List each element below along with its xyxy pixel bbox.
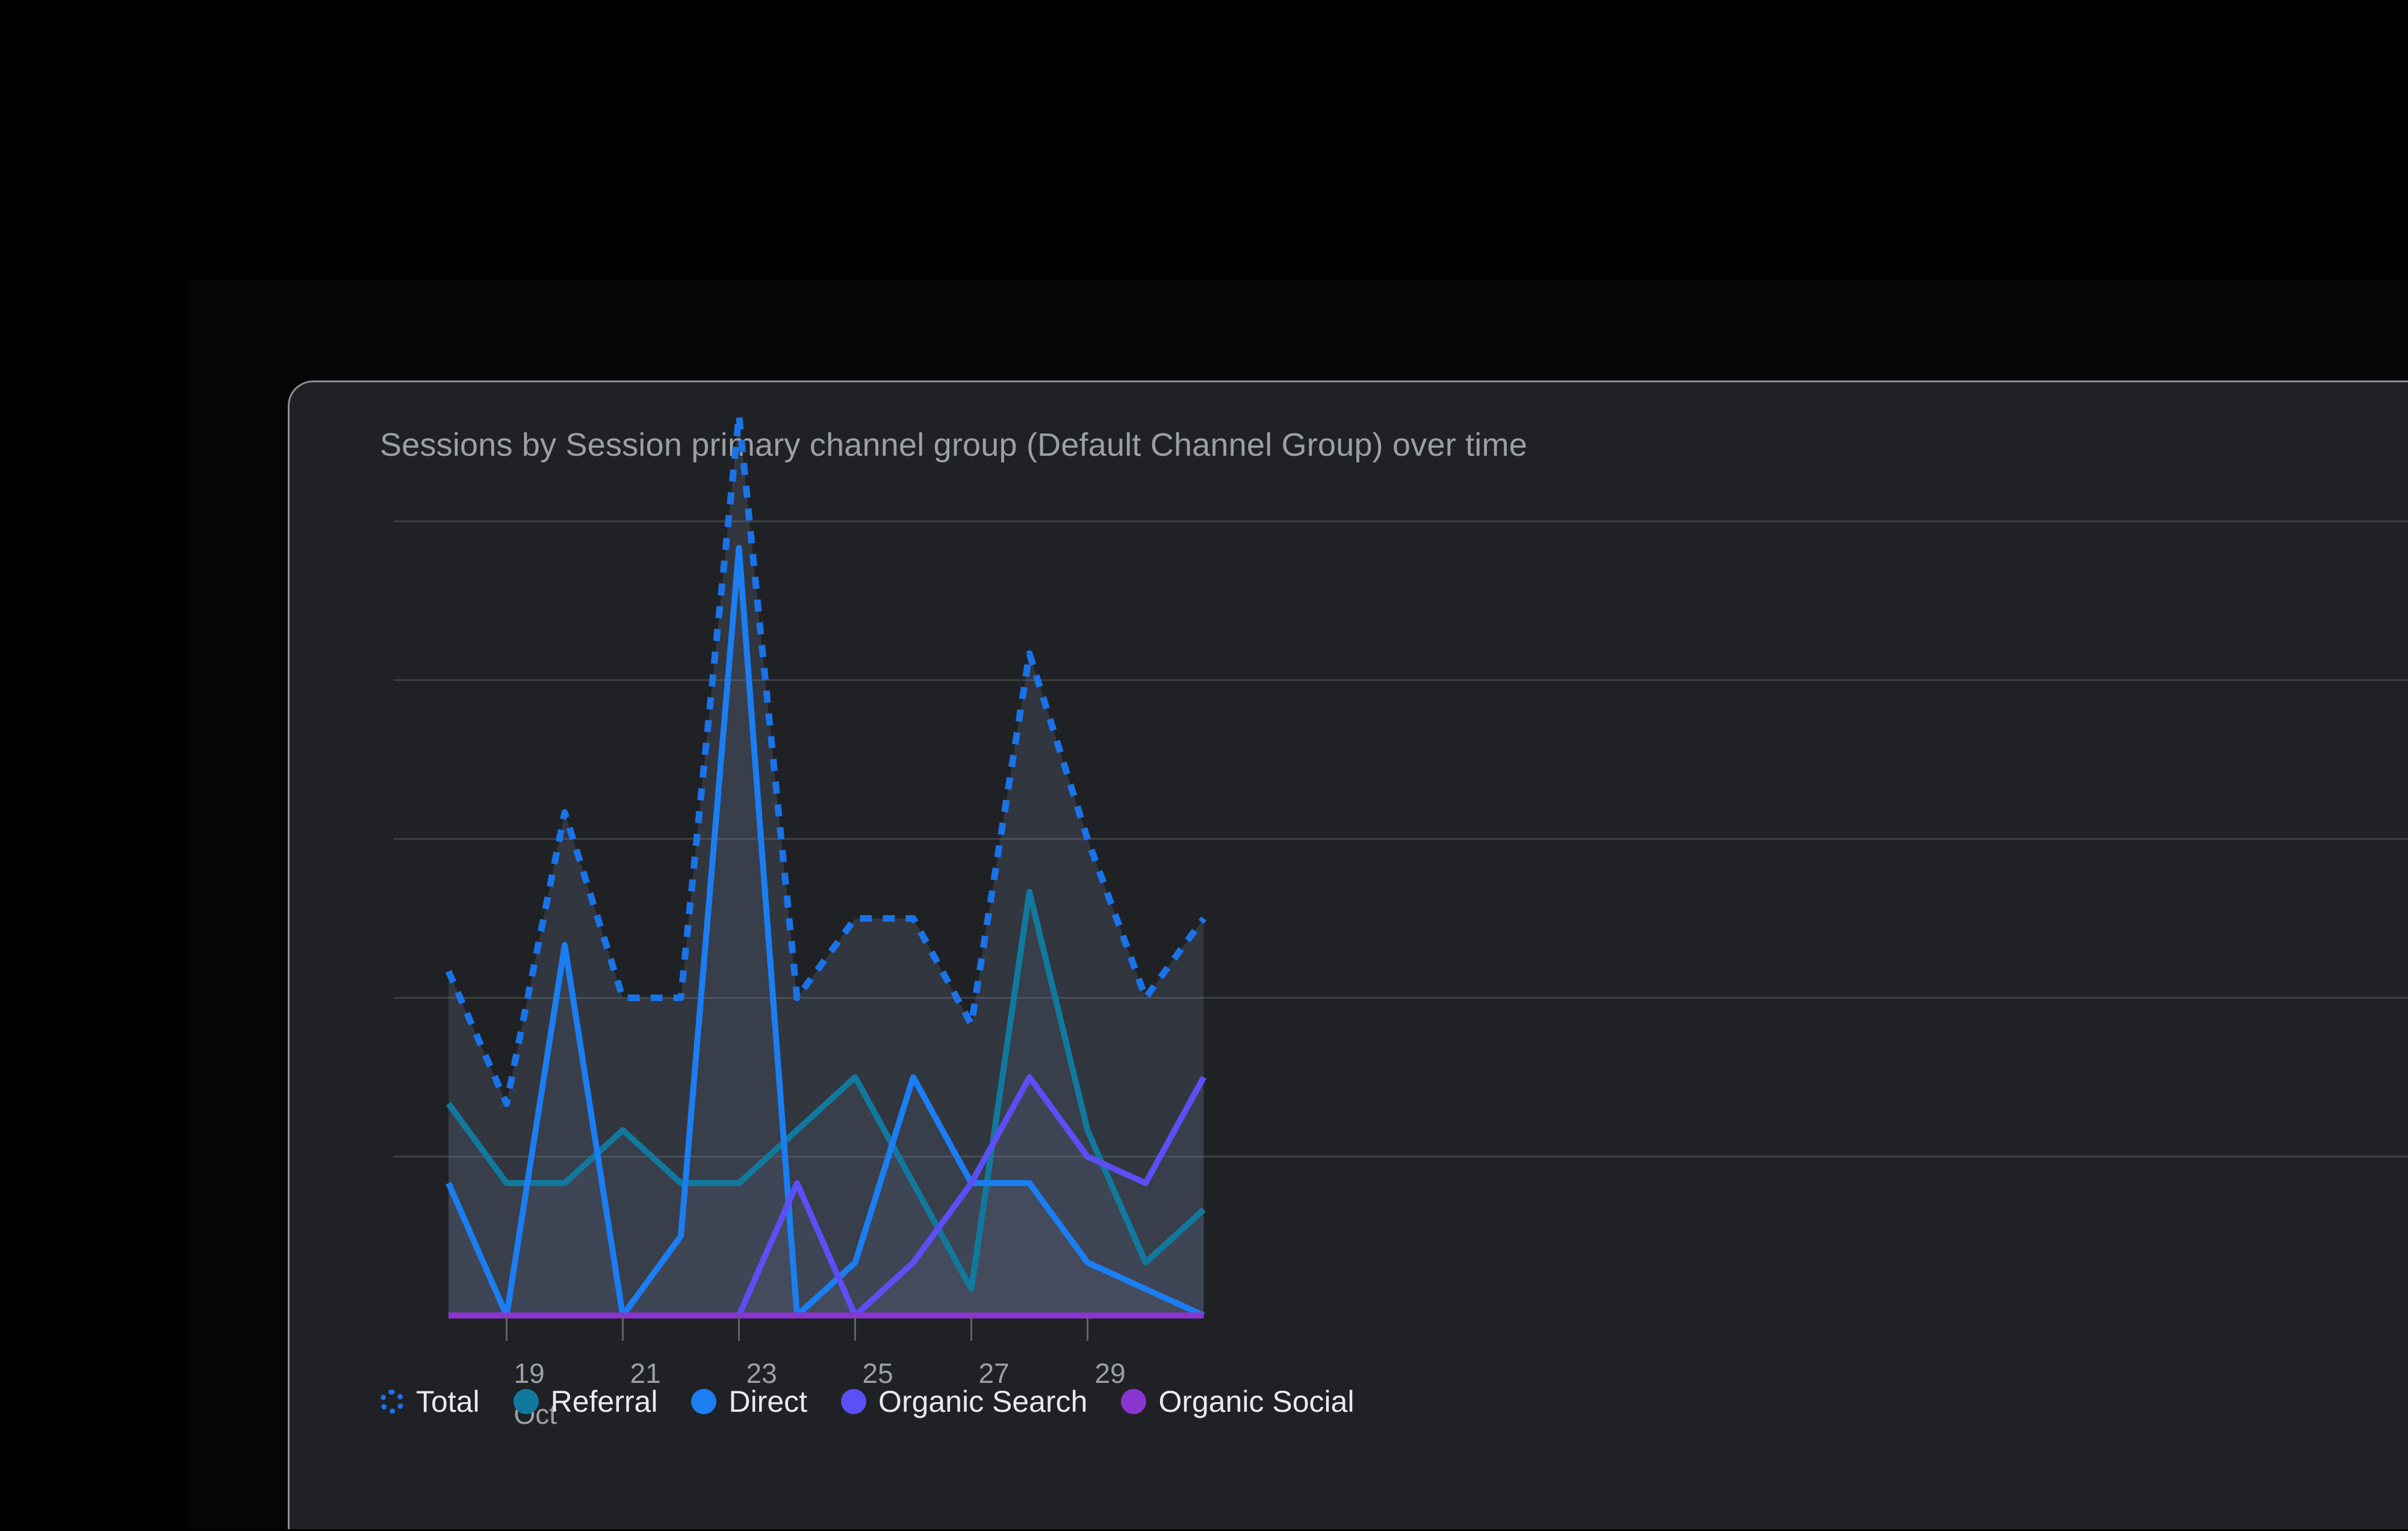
report-card: Sessions by Session primary channel grou…	[288, 380, 2408, 1529]
legend-label: Referral	[550, 1385, 658, 1418]
legend-swatch-icon	[1121, 1389, 1147, 1414]
legend-label: Total	[416, 1385, 480, 1418]
chart-x-axis-ticks	[506, 1315, 1088, 1341]
x-axis-tick-label: 29	[1095, 1358, 1126, 1389]
legend-item-direct[interactable]: Direct	[691, 1387, 807, 1417]
sessions-by-channel-chart[interactable]: 19 Oct 21 23 25 27 29	[290, 382, 2408, 1531]
legend-item-organic-search[interactable]: Organic Search	[841, 1387, 1087, 1417]
legend-item-organic-social[interactable]: Organic Social	[1121, 1387, 1354, 1417]
legend-label: Organic Search	[878, 1385, 1088, 1418]
chart-svg: 19Oct21 23 25 27 29	[394, 412, 2408, 1430]
legend-item-referral[interactable]: Referral	[513, 1385, 658, 1418]
x-axis-tick-label: 19	[514, 1358, 545, 1389]
screen-root: Sessions by Session primary channel grou…	[0, 0, 2408, 1529]
legend-label: Direct	[728, 1385, 808, 1418]
legend-swatch-icon	[841, 1389, 867, 1414]
legend-label: Organic Social	[1158, 1385, 1354, 1418]
legend-swatch-icon	[513, 1389, 539, 1414]
legend-item-total[interactable]: Total	[380, 1387, 480, 1417]
legend-swatch-icon	[691, 1389, 717, 1414]
chart-legend: Total Referral Direct Organic Search Organic…	[380, 1387, 1388, 1417]
legend-swatch-icon	[380, 1390, 404, 1414]
